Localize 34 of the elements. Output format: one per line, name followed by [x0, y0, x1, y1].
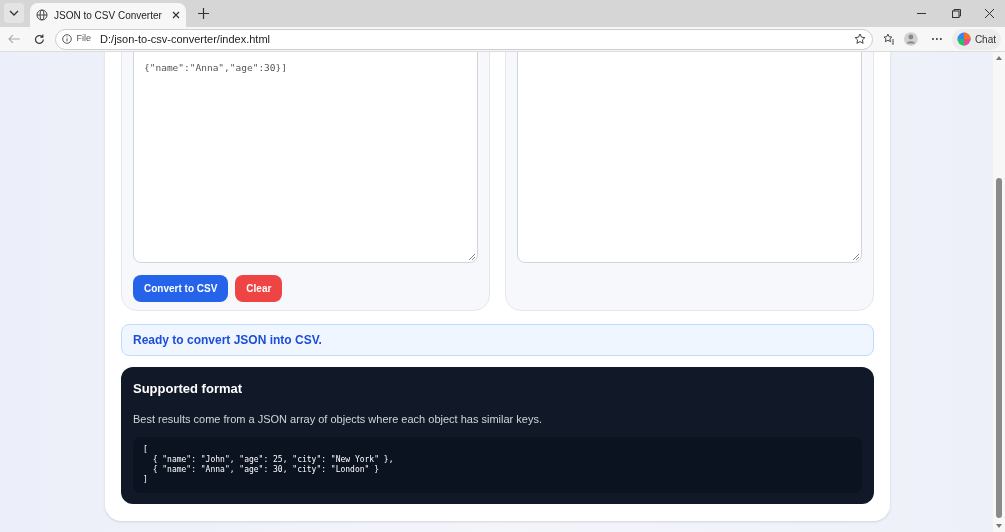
star-icon[interactable]	[853, 33, 866, 45]
scroll-down-icon[interactable]	[996, 524, 1002, 528]
tab-list-button[interactable]	[4, 3, 24, 23]
address-bar[interactable]: File D:/json-to-csv-converter/index.html	[54, 28, 873, 50]
info-description: Best results come from a JSON array of objects where each object has similar keys.	[133, 411, 543, 427]
restore-icon[interactable]	[952, 9, 961, 18]
reload-icon[interactable]	[33, 33, 45, 45]
json-input-field[interactable]: {"name":"Anna","age":30}]	[133, 52, 478, 263]
favorites-icon[interactable]	[882, 33, 895, 45]
globe-icon	[36, 9, 48, 21]
browser-tab[interactable]: JSON to CSV Converter	[30, 3, 186, 27]
copilot-icon	[956, 32, 971, 46]
close-icon[interactable]	[172, 11, 180, 19]
scroll-up-icon[interactable]	[996, 56, 1002, 60]
url-text: D:/json-to-csv-converter/index.html	[100, 31, 272, 47]
code-block: [ { "name": "John", "age": 25, "city": "New York" }, { "name": "Anna", "age": 30, "city": "London" } ]	[133, 437, 862, 493]
info-icon	[61, 34, 72, 44]
csv-output-field[interactable]	[517, 52, 862, 263]
resize-handle-icon[interactable]	[853, 254, 859, 260]
convert-button[interactable]: Convert to CSV	[133, 275, 229, 302]
resize-handle-icon[interactable]	[469, 254, 475, 260]
status-message: Ready to convert JSON into CSV.	[121, 324, 874, 356]
scrollbar[interactable]	[993, 52, 1005, 532]
address-prefix: File	[76, 32, 92, 46]
new-tab-icon[interactable]	[198, 8, 209, 19]
profile-icon[interactable]	[904, 32, 919, 46]
info-title: Supported format	[133, 380, 244, 398]
back-icon[interactable]	[8, 34, 20, 44]
scrollbar-thumb[interactable]	[996, 178, 1002, 518]
chat-button[interactable]: Chat	[951, 28, 1001, 50]
chevron-down-icon	[9, 10, 19, 16]
tab-title: JSON to CSV Converter	[54, 8, 163, 23]
clear-button[interactable]: Clear	[235, 275, 283, 302]
close-icon[interactable]	[985, 9, 994, 18]
